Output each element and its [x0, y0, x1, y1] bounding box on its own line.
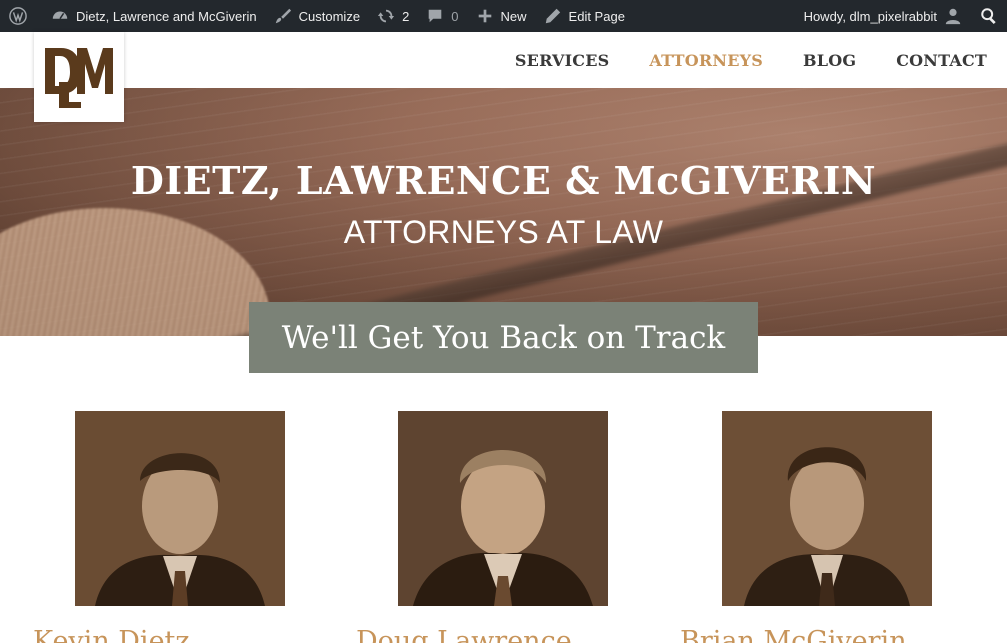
attorney-name[interactable]: Brian McGiverin — [680, 626, 980, 643]
edit-page-label: Edit Page — [568, 8, 625, 24]
comment-icon — [425, 6, 445, 26]
portrait-image — [75, 411, 285, 606]
customize-link[interactable]: Customize — [265, 0, 368, 32]
portrait-image — [398, 411, 608, 606]
hero-banner — [0, 88, 1007, 336]
customize-label: Customize — [298, 8, 361, 24]
pencil-icon — [543, 6, 563, 26]
nav-item-contact[interactable]: CONTACT — [876, 51, 1007, 70]
attorney-card[interactable]: Kevin Dietz — [33, 411, 285, 643]
user-avatar-icon — [943, 6, 963, 26]
hero-subtitle: ATTORNEYS AT LAW — [343, 214, 664, 250]
new-label: New — [500, 8, 527, 24]
plus-icon — [475, 6, 495, 26]
main-navigation: SERVICES ATTORNEYS BLOG CONTACT — [495, 32, 1007, 88]
nav-item-services[interactable]: SERVICES — [495, 51, 629, 70]
comments-count: 0 — [451, 8, 459, 24]
comments-link[interactable]: 0 — [417, 0, 466, 32]
attorney-portrait[interactable] — [398, 411, 608, 606]
hero-title: DIETZ, LAWRENCE & McGIVERIN — [130, 158, 877, 203]
search-icon — [979, 6, 999, 26]
search-button[interactable] — [971, 0, 1007, 32]
attorney-name[interactable]: Kevin Dietz — [33, 626, 333, 643]
new-content-link[interactable]: New — [467, 0, 535, 32]
tagline-text: We'll Get You Back on Track — [281, 319, 726, 356]
attorney-card[interactable]: Doug Lawrence — [356, 411, 608, 643]
updates-count: 2 — [402, 8, 410, 24]
nav-item-attorneys[interactable]: ATTORNEYS — [629, 51, 783, 70]
site-logo[interactable] — [34, 32, 124, 122]
dlm-logo-mark — [45, 48, 113, 108]
attorney-portrait[interactable] — [722, 411, 932, 606]
nav-item-blog[interactable]: BLOG — [783, 51, 876, 70]
account-menu[interactable]: Howdy, dlm_pixelrabbit — [796, 0, 971, 32]
dashboard-icon — [50, 6, 70, 26]
wordpress-logo-button[interactable] — [0, 0, 42, 32]
wordpress-icon — [8, 6, 28, 26]
updates-link[interactable]: 2 — [368, 0, 417, 32]
attorney-name[interactable]: Doug Lawrence — [356, 626, 656, 643]
attorney-card[interactable]: Brian McGiverin — [680, 411, 932, 643]
wp-admin-bar: Dietz, Lawrence and McGiverin Customize … — [0, 0, 1007, 32]
tagline-banner: We'll Get You Back on Track — [249, 302, 758, 373]
updates-icon — [376, 6, 396, 26]
site-name-link[interactable]: Dietz, Lawrence and McGiverin — [42, 0, 265, 32]
edit-page-link[interactable]: Edit Page — [535, 0, 633, 32]
site-name-label: Dietz, Lawrence and McGiverin — [76, 8, 257, 24]
brush-icon — [273, 6, 293, 26]
howdy-label: Howdy, dlm_pixelrabbit — [803, 8, 937, 24]
attorney-portrait[interactable] — [75, 411, 285, 606]
portrait-image — [722, 411, 932, 606]
